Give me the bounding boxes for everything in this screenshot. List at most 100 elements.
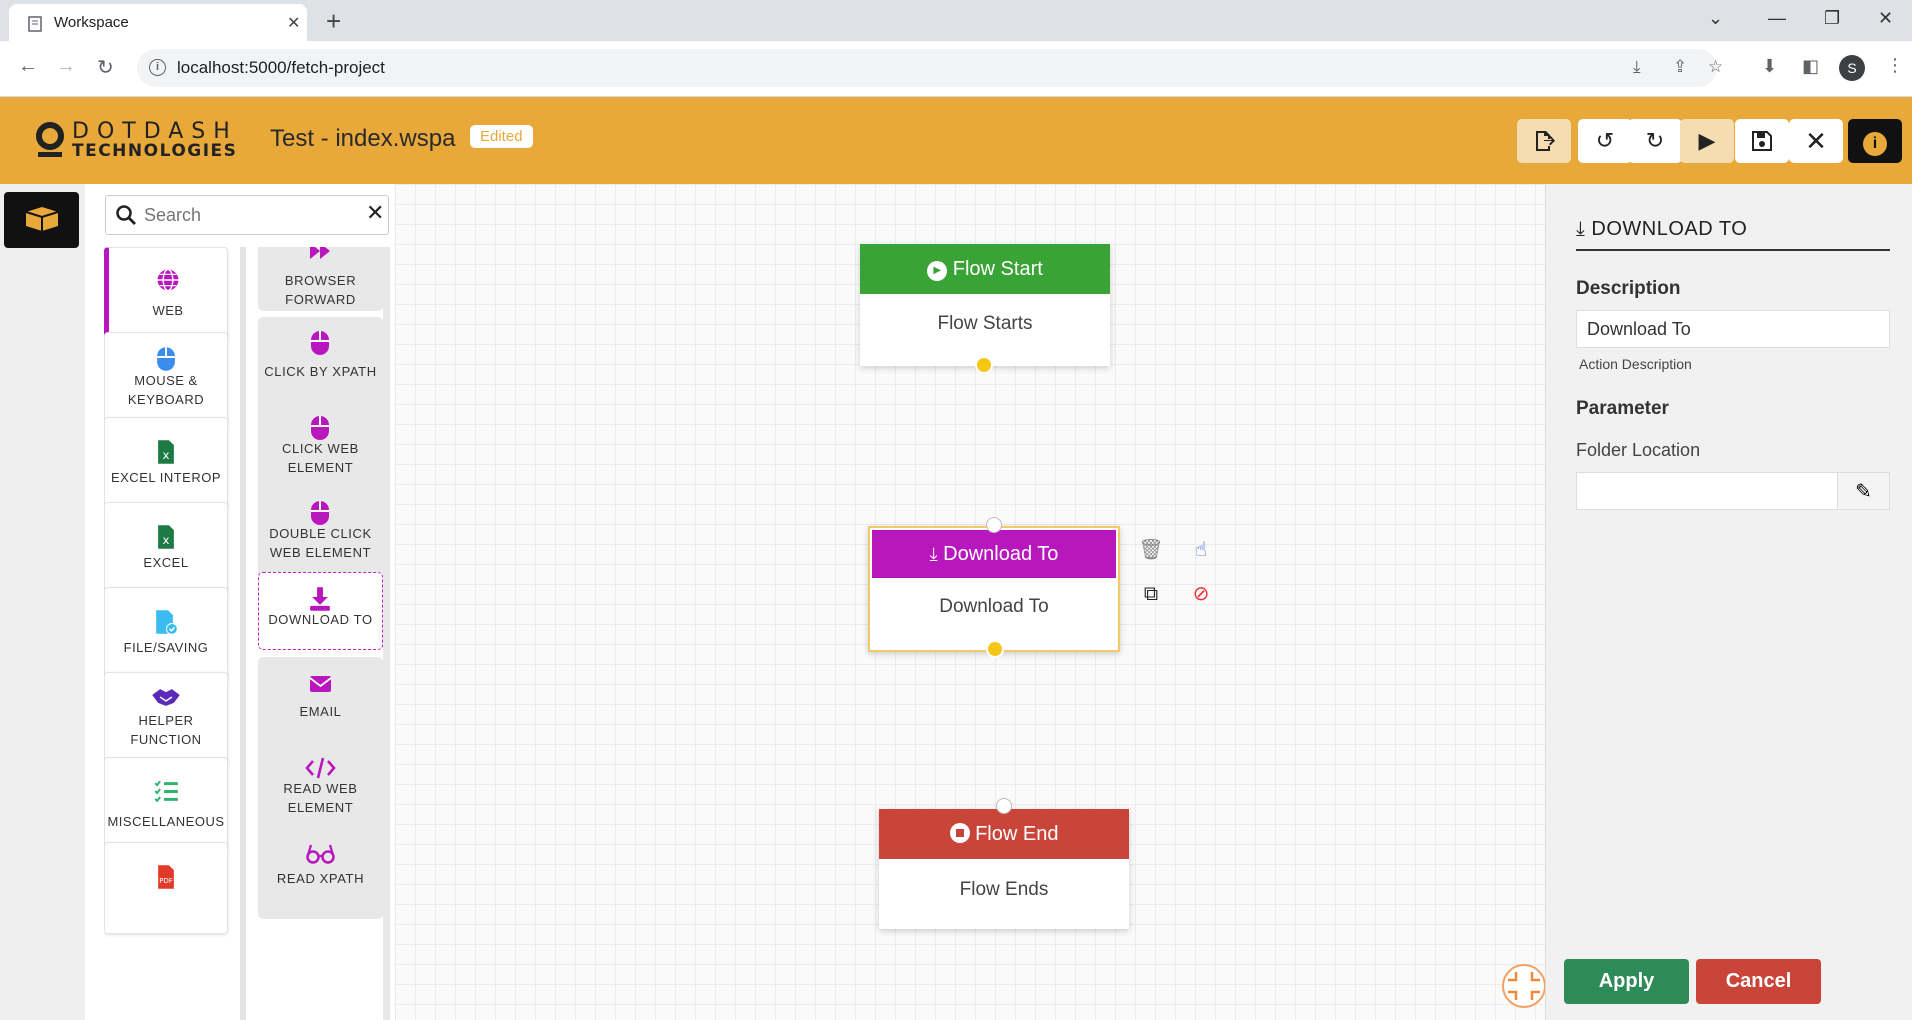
description-input[interactable] — [1576, 310, 1890, 348]
search-icon — [116, 205, 136, 225]
action-browser-forward[interactable]: BROWSER FORWARD — [258, 247, 383, 311]
category-pdf[interactable]: PDF — [104, 842, 228, 934]
save-icon — [1752, 131, 1772, 151]
tab-search-icon[interactable]: ⌄ — [1708, 8, 1723, 29]
output-port[interactable] — [986, 640, 1004, 658]
bookmark-star-icon[interactable]: ☆ — [1708, 57, 1723, 77]
code-icon — [305, 757, 336, 779]
category-mouse-keyboard[interactable]: MOUSE & KEYBOARD — [104, 332, 228, 424]
node-body: Flow Ends — [959, 879, 1049, 900]
install-icon[interactable]: ⤓ — [1633, 57, 1641, 77]
undo-button[interactable]: ↺ — [1578, 119, 1632, 163]
left-rail — [0, 184, 85, 1020]
back-icon[interactable]: ← — [18, 55, 38, 78]
url-text[interactable]: localhost:5000/fetch-project — [177, 58, 385, 78]
globe-icon — [157, 268, 179, 292]
parameter-heading: Parameter — [1576, 398, 1669, 419]
action-email[interactable]: EMAIL — [258, 657, 383, 749]
category-excel-interop[interactable]: x EXCEL INTEROP — [104, 417, 228, 509]
export-icon — [1536, 131, 1555, 151]
mouse-icon — [311, 416, 329, 440]
play-icon: ▶ — [1698, 128, 1716, 153]
envelope-icon — [309, 676, 332, 692]
flow-canvas[interactable]: ▶ Flow Start Flow Starts ⤓ Download To D… — [395, 184, 1546, 1020]
browser-tab[interactable]: Workspace ✕ — [9, 4, 307, 41]
category-miscellaneous[interactable]: MISCELLANEOUS — [104, 757, 228, 849]
apply-button[interactable]: Apply — [1564, 959, 1689, 1004]
palette-scrollbar[interactable] — [383, 247, 390, 1020]
action-read-web-element[interactable]: READ WEB ELEMENT — [258, 742, 383, 834]
node-header: Flow End — [879, 809, 1129, 859]
browser-tab-strip: Workspace ✕ + ⌄ — ❐ ✕ — [0, 0, 1912, 41]
run-button[interactable]: ▶ — [1680, 119, 1734, 163]
collapse-panel-button[interactable] — [1502, 964, 1546, 1008]
action-label: CLICK WEB ELEMENT — [282, 441, 359, 475]
toolbox-button[interactable] — [4, 192, 79, 248]
clear-search-icon[interactable]: ✕ — [366, 200, 384, 226]
flow-end-node[interactable]: Flow End Flow Ends — [879, 798, 1129, 929]
action-click-web-element[interactable]: CLICK WEB ELEMENT — [258, 402, 383, 494]
category-label: EXCEL INTEROP — [110, 470, 222, 485]
action-palette: ✕ WEB MOUSE & KEYBOARD x EXCEL INTEROP x… — [85, 184, 395, 1020]
action-download-to[interactable]: DOWNLOAD TO — [258, 572, 383, 650]
action-label: BROWSER FORWARD — [284, 273, 357, 307]
minimize-icon[interactable]: — — [1768, 8, 1786, 29]
action-label: DOUBLE CLICK WEB ELEMENT — [269, 526, 372, 560]
action-click-by-xpath[interactable]: CLICK BY XPATH — [258, 317, 383, 409]
edit-folder-button[interactable]: ✎ — [1837, 472, 1890, 510]
flow-start-node[interactable]: ▶ Flow Start Flow Starts — [860, 244, 1110, 374]
new-tab-icon[interactable]: + — [326, 6, 341, 37]
side-panel-icon[interactable]: ◧ — [1802, 56, 1819, 77]
pointer-icon[interactable]: ☝ — [1187, 536, 1215, 564]
svg-text:x: x — [163, 448, 170, 462]
action-double-click-web-element[interactable]: DOUBLE CLICK WEB ELEMENT — [258, 487, 383, 579]
share-icon[interactable]: ⇪ — [1673, 57, 1687, 77]
info-icon: i — [1863, 132, 1887, 156]
site-info-icon[interactable]: i — [149, 59, 166, 76]
palette-search[interactable]: ✕ — [105, 195, 389, 235]
restore-icon[interactable]: ❐ — [1824, 8, 1840, 29]
svg-text:x: x — [163, 533, 170, 547]
address-bar[interactable]: i localhost:5000/fetch-project ⤓ ⇪ ☆ — [137, 49, 1723, 87]
category-label: MISCELLANEOUS — [107, 814, 225, 829]
category-excel[interactable]: x EXCEL — [104, 502, 228, 594]
category-file-saving[interactable]: FILE/SAVING — [104, 587, 228, 679]
save-button[interactable] — [1735, 119, 1789, 163]
category-label: HELPER FUNCTION — [130, 713, 202, 747]
downloads-icon[interactable]: ⬇ — [1762, 56, 1777, 77]
disable-node-icon[interactable]: ⊘ — [1187, 580, 1215, 608]
profile-avatar[interactable]: S — [1839, 55, 1865, 81]
category-web[interactable]: WEB — [104, 247, 228, 339]
delete-node-icon[interactable]: 🗑 — [1137, 536, 1165, 564]
category-label: MOUSE & KEYBOARD — [127, 373, 205, 407]
node-header: ▶ Flow Start — [860, 244, 1110, 294]
company-logo: DOTDASH TECHNOLOGIES — [36, 117, 236, 163]
category-label: EXCEL — [143, 555, 189, 570]
action-read-xpath[interactable]: READ XPATH — [258, 827, 383, 919]
action-label: CLICK BY XPATH — [264, 364, 377, 379]
export-button[interactable] — [1517, 119, 1571, 163]
category-helper-function[interactable]: HELPER FUNCTION — [104, 672, 228, 764]
input-port[interactable] — [996, 798, 1012, 814]
folder-location-input[interactable] — [1576, 472, 1838, 510]
svg-text:PDF: PDF — [159, 877, 172, 885]
browser-menu-icon[interactable]: ⋮ — [1886, 55, 1904, 76]
forward-icon[interactable]: → — [56, 55, 76, 78]
tab-close-icon[interactable]: ✕ — [287, 13, 300, 33]
close-project-button[interactable]: ✕ — [1789, 119, 1843, 163]
copy-node-icon[interactable]: ⧉ — [1137, 580, 1165, 608]
window-close-icon[interactable]: ✕ — [1878, 8, 1893, 29]
download-to-node[interactable]: ⤓ Download To Download To — [868, 517, 1120, 658]
category-list: WEB MOUSE & KEYBOARD x EXCEL INTEROP x E… — [104, 247, 244, 1020]
search-input[interactable] — [144, 203, 344, 227]
pencil-icon: ✎ — [1855, 481, 1872, 503]
output-port[interactable] — [975, 356, 993, 374]
info-button[interactable]: i — [1848, 119, 1902, 163]
cancel-button[interactable]: Cancel — [1696, 959, 1821, 1004]
redo-button[interactable]: ↻ — [1628, 119, 1682, 163]
input-port[interactable] — [986, 517, 1002, 533]
undo-icon: ↺ — [1595, 128, 1615, 153]
reload-icon[interactable]: ↻ — [97, 55, 114, 80]
edited-badge: Edited — [470, 125, 533, 148]
tab-title: Workspace — [54, 14, 129, 31]
